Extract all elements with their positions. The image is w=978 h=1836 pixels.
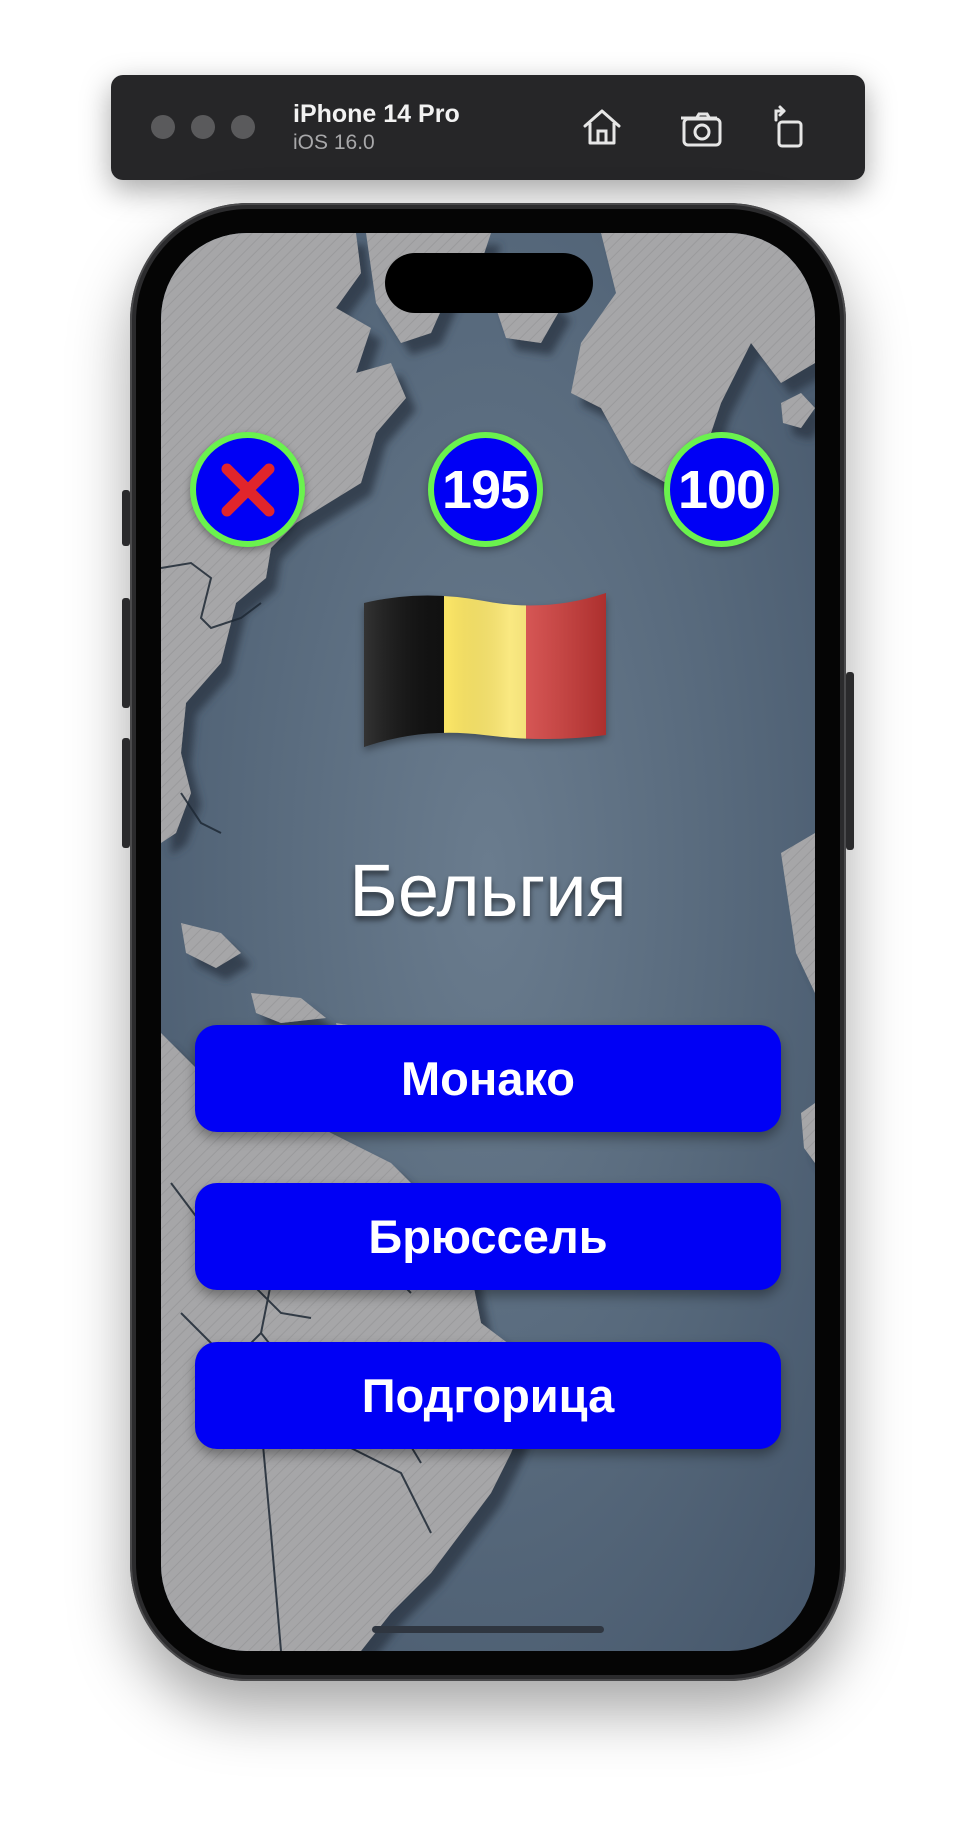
phone-screen: 195 100 Бельгия Монако Брюссель Подгориц… xyxy=(161,233,815,1651)
answer-button-2[interactable]: Брюссель xyxy=(195,1183,781,1290)
answer-button-3[interactable]: Подгорица xyxy=(195,1342,781,1449)
window-zoom-dot[interactable] xyxy=(231,115,255,139)
simulator-toolbar xyxy=(111,75,865,180)
close-button[interactable] xyxy=(190,432,305,547)
mute-switch xyxy=(122,490,130,546)
home-indicator[interactable] xyxy=(372,1626,604,1633)
screenshot-icon[interactable] xyxy=(677,104,723,150)
power-button xyxy=(846,672,854,850)
volume-up-button xyxy=(122,598,130,708)
home-icon[interactable] xyxy=(579,104,625,150)
volume-down-button xyxy=(122,738,130,848)
window-close-dot[interactable] xyxy=(151,115,175,139)
dynamic-island xyxy=(385,253,593,313)
rotate-icon[interactable] xyxy=(766,104,812,150)
device-name: iPhone 14 Pro xyxy=(293,100,460,128)
close-icon xyxy=(221,463,274,516)
belgium-flag-icon xyxy=(364,593,606,747)
os-version: iOS 16.0 xyxy=(293,131,375,154)
score-counter: 100 xyxy=(664,432,779,547)
country-name: Бельгия xyxy=(349,849,627,932)
questions-remaining-value: 195 xyxy=(441,459,530,520)
score-value: 100 xyxy=(677,459,766,520)
answer-button-1[interactable]: Монако xyxy=(195,1025,781,1132)
window-minimize-dot[interactable] xyxy=(191,115,215,139)
questions-remaining-counter: 195 xyxy=(428,432,543,547)
